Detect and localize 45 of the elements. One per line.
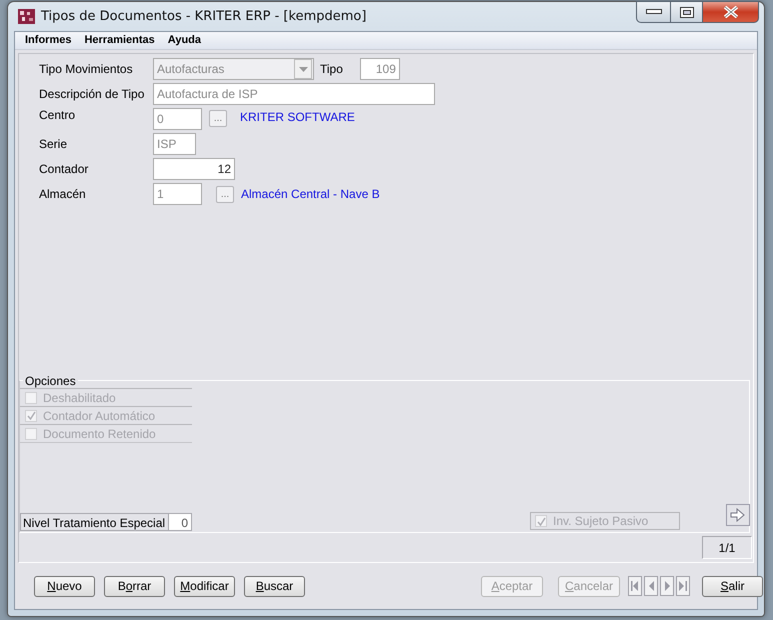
checkbox-label: Deshabilitado	[43, 390, 116, 404]
field-label: Almacén	[38, 187, 87, 201]
maximize-button[interactable]	[671, 1, 703, 23]
app-logo-icon	[18, 9, 35, 24]
number-field[interactable]: 0	[168, 514, 191, 530]
lookup-description: Almacén Central - Nave B	[241, 187, 380, 201]
first-record-button[interactable]	[628, 576, 642, 596]
field-label: Tipo	[319, 62, 343, 76]
field-label: Tipo Movimientos	[38, 62, 134, 76]
field-label: Contador	[38, 162, 90, 176]
field-label: Nivel Tratamiento Especial	[22, 515, 166, 530]
dropdown-arrow-icon	[298, 66, 308, 72]
last-record-button[interactable]	[676, 576, 690, 596]
level-field[interactable]: Nivel Tratamiento Especial 0	[20, 513, 192, 531]
action-button[interactable]: Buscar	[244, 576, 305, 596]
previous-record-button[interactable]	[644, 576, 658, 596]
action-button[interactable]: Salir	[702, 576, 763, 596]
next-button[interactable]	[726, 504, 750, 526]
menu-item[interactable]: Informes	[19, 32, 78, 49]
next-arrow-icon	[662, 580, 672, 592]
checkbox-label: Inv. Sujeto Pasivo	[553, 514, 648, 528]
close-icon	[722, 6, 738, 18]
minimize-icon	[646, 9, 662, 15]
field-label: Serie	[38, 137, 68, 151]
checkbox-label: Contador Automático	[43, 408, 156, 422]
first-arrow-icon	[630, 580, 640, 592]
lookup-description: KRITER SOFTWARE	[240, 110, 355, 124]
field-label: Centro	[38, 108, 76, 122]
next-record-button[interactable]	[660, 576, 674, 596]
menu-item[interactable]: Ayuda	[162, 32, 208, 49]
action-button[interactable]: Modificar	[174, 576, 235, 596]
last-arrow-icon	[678, 580, 688, 592]
field-label: Descripción de Tipo	[38, 87, 146, 101]
action-button[interactable]: Nuevo	[34, 576, 95, 596]
window-title: Tipos de Documentos - KRITER ERP - [kempdemo]	[41, 9, 366, 24]
maximize-icon	[680, 6, 694, 18]
close-button[interactable]	[703, 1, 759, 23]
menu-item[interactable]: Herramientas	[78, 32, 162, 49]
number-field[interactable]: 12	[153, 158, 235, 180]
minimize-button[interactable]	[636, 1, 671, 23]
action-button[interactable]: Borrar	[104, 576, 165, 596]
checkbox-label: Documento Retenido	[43, 426, 156, 440]
record-counter: 1/1	[702, 536, 752, 559]
arrow-right-icon	[730, 508, 746, 522]
group-title: Opciones	[23, 374, 78, 388]
